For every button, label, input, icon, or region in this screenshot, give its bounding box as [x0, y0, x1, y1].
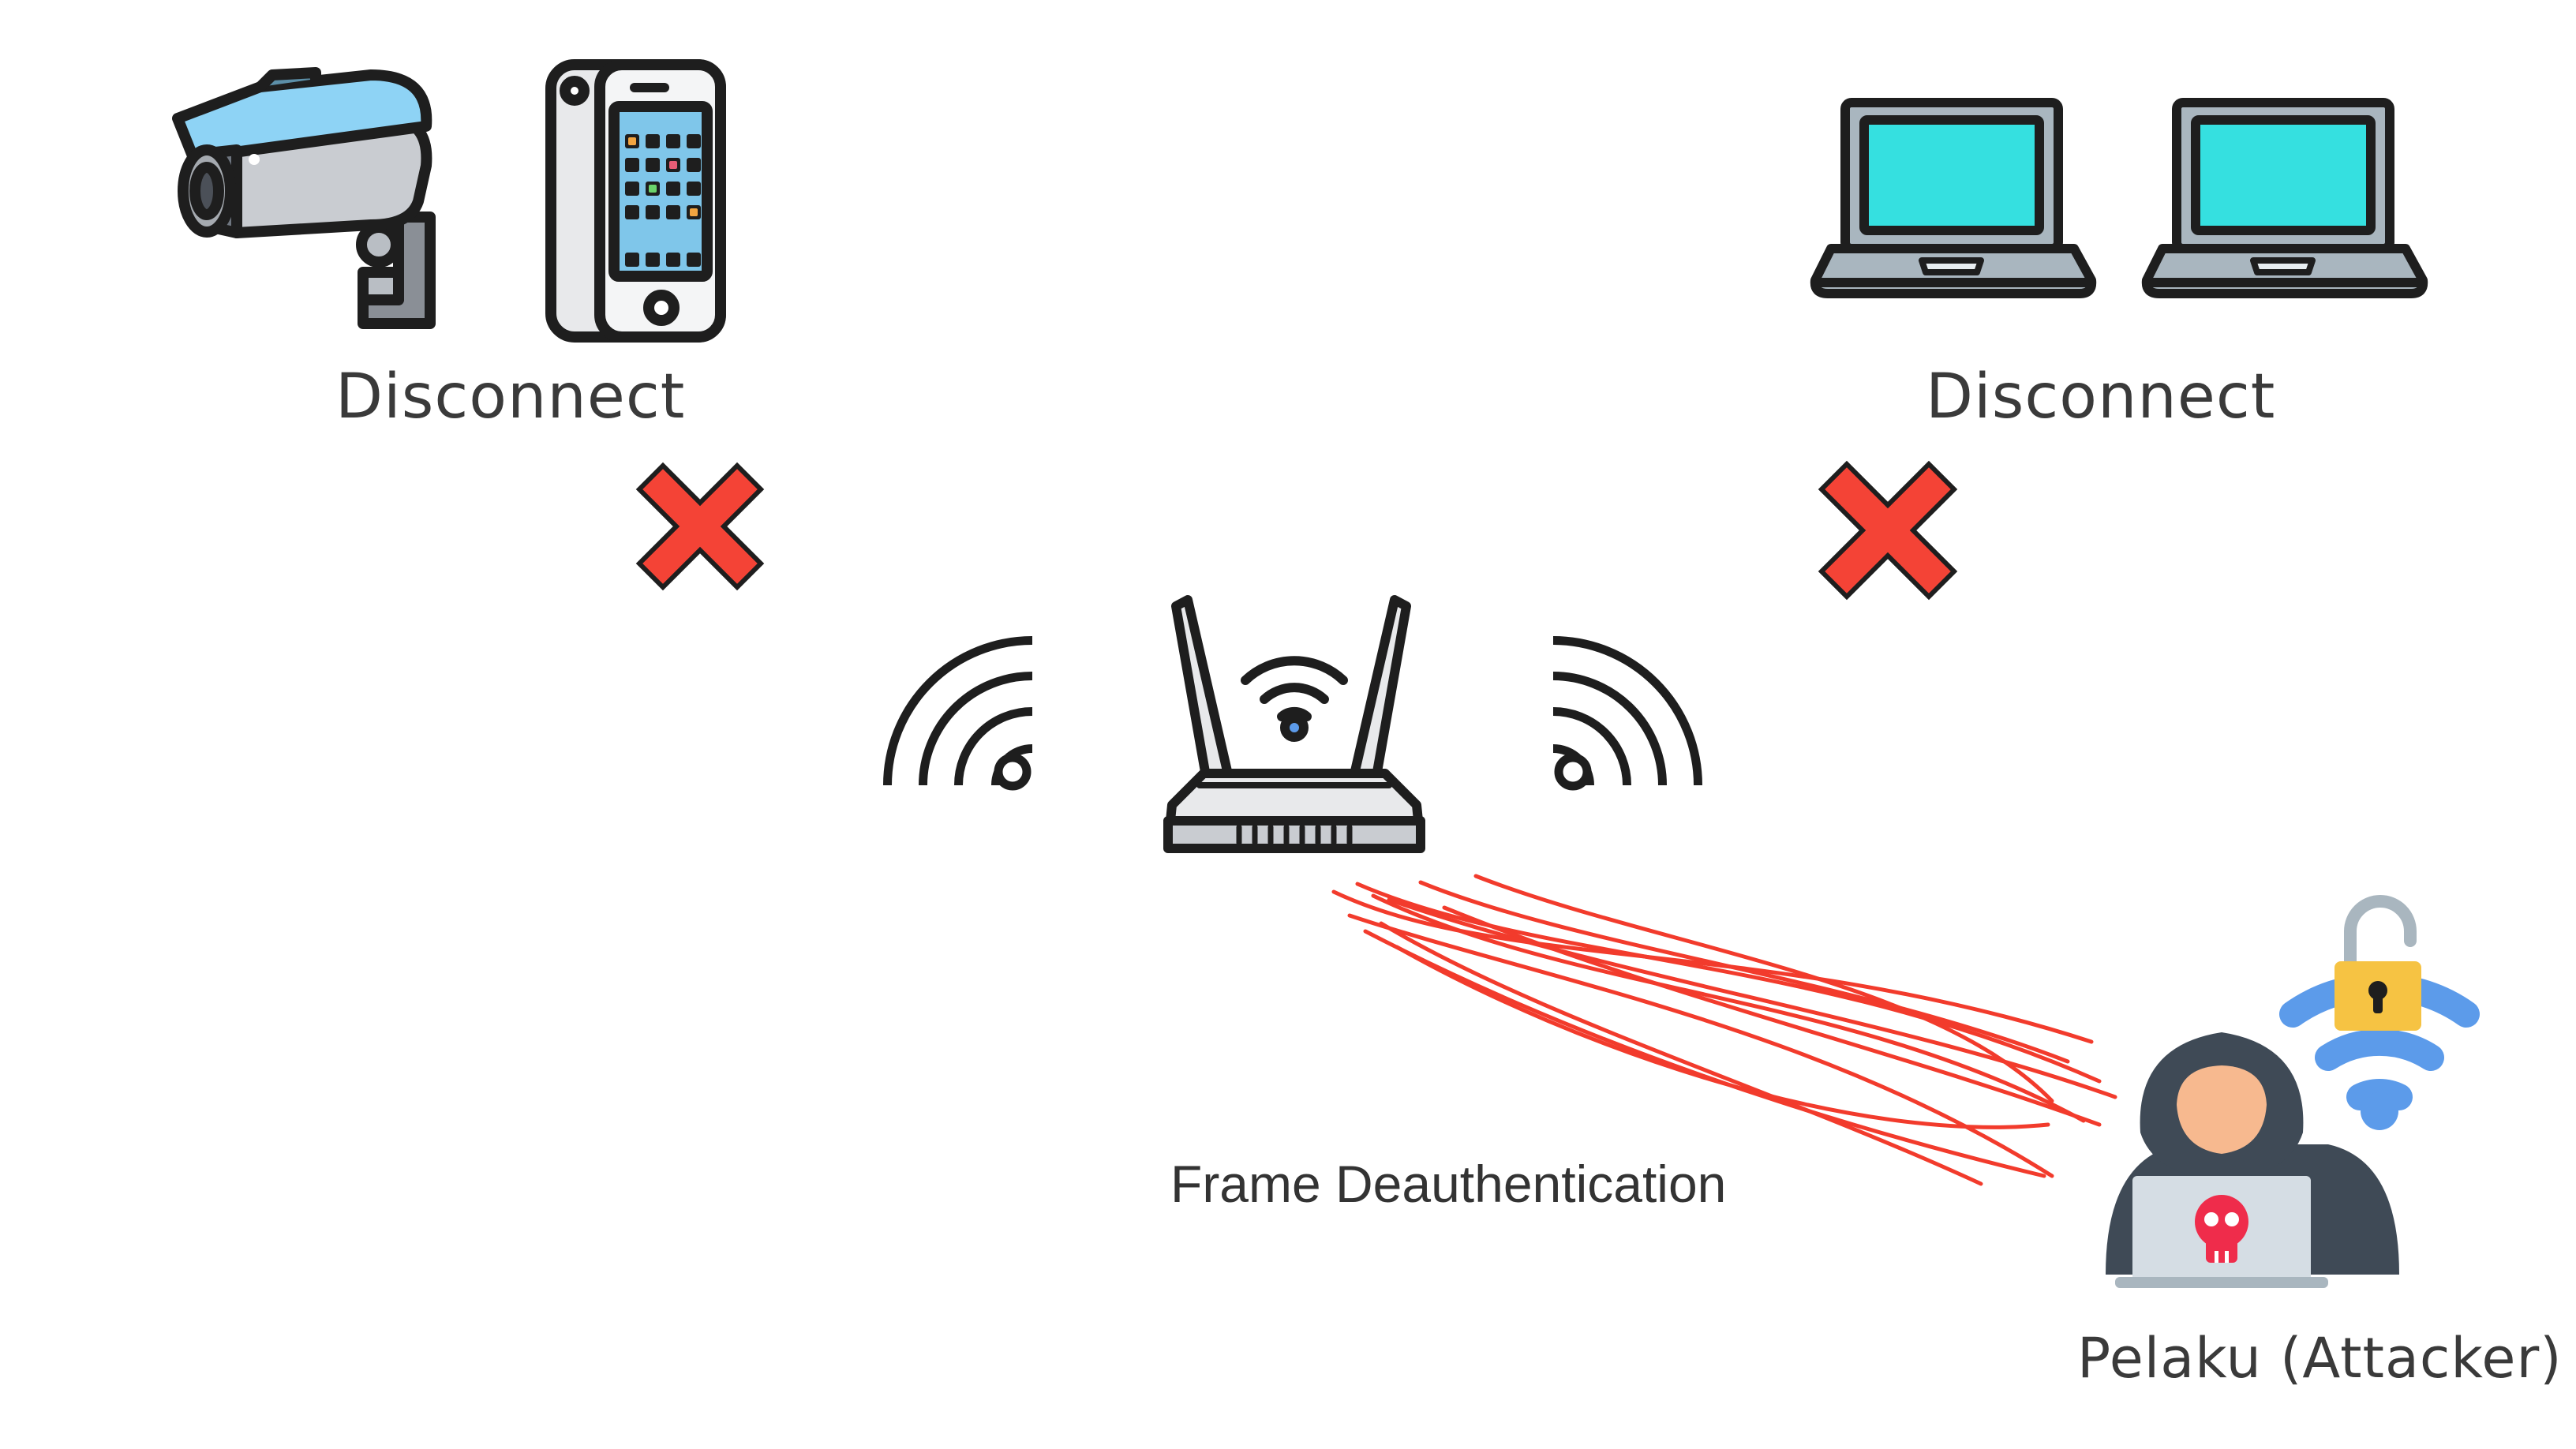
frame-deauthentication-label: Frame Deauthentication: [1170, 1155, 1727, 1213]
deauth-attack-lines: [1331, 874, 2117, 1186]
wifi-router-icon: [1163, 595, 1425, 853]
smartphone-icon: [545, 59, 726, 343]
hacker-icon: [2106, 1032, 2399, 1288]
disconnect-label-right: Disconnect: [1926, 361, 2276, 432]
attacker-label: Pelaku (Attacker): [2077, 1326, 2563, 1391]
red-x-icon: [635, 462, 765, 591]
laptop-icon: [2141, 98, 2428, 298]
cctv-camera-icon: [172, 67, 436, 329]
laptop-icon: [1810, 98, 2097, 298]
deauth-attack-diagram: [172, 59, 2480, 1288]
red-x-icon: [1818, 460, 1958, 601]
disconnect-label-left: Disconnect: [335, 361, 686, 432]
wifi-signal-icon: [1552, 636, 1702, 791]
wifi-signal-icon: [883, 636, 1034, 791]
unlocked-wifi-icon: [2279, 895, 2480, 1130]
